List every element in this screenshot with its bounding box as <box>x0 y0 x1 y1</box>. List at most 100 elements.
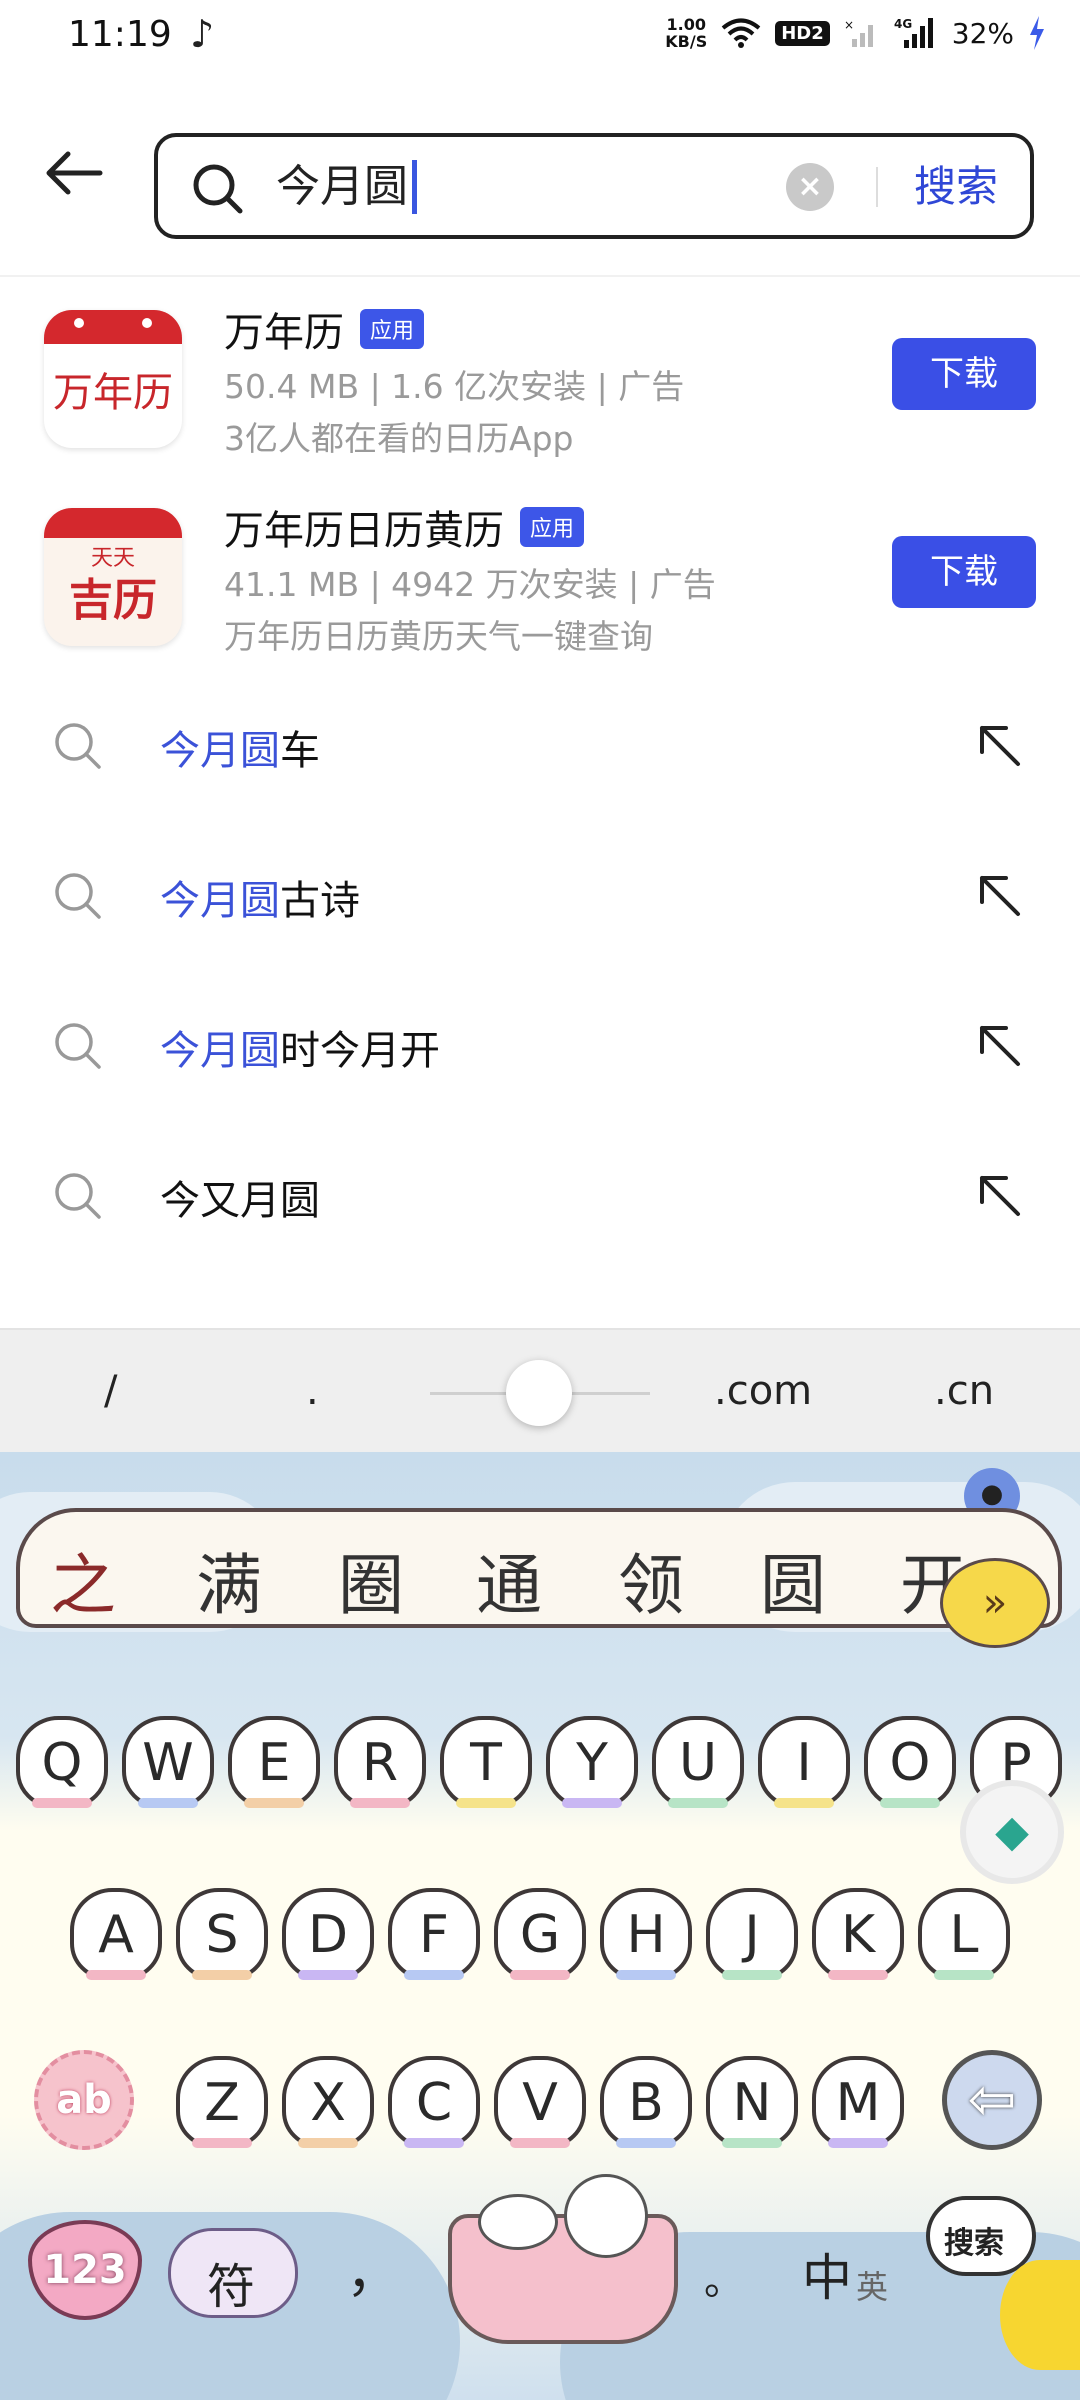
quick-key-com[interactable]: .com <box>714 1368 812 1414</box>
suggestion-item[interactable]: 今月圆古诗 <box>0 820 1080 970</box>
candidate-2[interactable]: 满 <box>196 1532 262 1628</box>
text-caret <box>412 160 417 214</box>
download-button[interactable]: 下载 <box>892 536 1036 608</box>
app-icon-wannianli: 万年历 <box>44 310 182 448</box>
suggestion-item[interactable]: 今又月圆 <box>0 1120 1080 1270</box>
period-key[interactable]: 。 <box>704 2248 744 2306</box>
fill-query-arrow-icon[interactable] <box>974 1170 1024 1220</box>
lang-sub-label: 英 <box>856 2268 889 2306</box>
key-y[interactable]: Y <box>546 1716 638 1808</box>
status-icons: 1.00 KB/S HD2 × 4G 32% <box>665 16 1046 50</box>
quick-key-cn[interactable]: .cn <box>934 1368 994 1414</box>
back-arrow-icon <box>46 151 103 195</box>
suggestion-text: 今月圆车 <box>160 718 320 776</box>
search-button[interactable]: 搜索 <box>914 159 998 215</box>
svg-text:×: × <box>844 18 854 32</box>
candidate-1[interactable]: 之 <box>50 1532 116 1628</box>
key-u[interactable]: U <box>652 1716 744 1808</box>
key-m[interactable]: M <box>812 2056 904 2148</box>
candidate-bar: 之 满 圈 通 领 圆 开 <box>16 1508 1062 1628</box>
search-box[interactable]: 今月圆 × 搜索 <box>154 133 1034 239</box>
search-icon <box>55 1173 101 1219</box>
symbol-label: 符 <box>207 2259 256 2315</box>
key-r[interactable]: R <box>334 1716 426 1808</box>
fill-query-arrow-icon[interactable] <box>974 1020 1024 1070</box>
fill-query-arrow-icon[interactable] <box>974 870 1024 920</box>
key-s[interactable]: S <box>176 1888 268 1980</box>
key-d[interactable]: D <box>282 1888 374 1980</box>
key-k[interactable]: K <box>812 1888 904 1980</box>
key-l[interactable]: L <box>918 1888 1010 1980</box>
key-t[interactable]: T <box>440 1716 532 1808</box>
floating-widget-icon[interactable]: ◆ <box>960 1780 1064 1884</box>
key-n[interactable]: N <box>706 2056 798 2148</box>
candidate-5[interactable]: 领 <box>618 1532 684 1628</box>
key-v[interactable]: V <box>494 2056 586 2148</box>
key-f[interactable]: F <box>388 1888 480 1980</box>
space-key[interactable] <box>448 2174 678 2344</box>
signal-4g-icon: 4G <box>894 17 933 48</box>
suggestion-highlight: 今月圆 <box>160 1028 280 1074</box>
app-name: 万年历日历黄历 <box>224 508 504 554</box>
network-type: 4G <box>894 17 912 31</box>
shift-button[interactable]: ab <box>34 2050 134 2150</box>
backspace-icon[interactable]: ⇦ <box>942 2050 1042 2150</box>
key-h[interactable]: H <box>600 1888 692 1980</box>
suggestion-item[interactable]: 今月圆时今月开 <box>0 970 1080 1120</box>
comma-key[interactable]: ， <box>346 2228 400 2307</box>
suggestion-text: 今又月圆 <box>160 1168 320 1226</box>
key-o[interactable]: O <box>864 1716 956 1808</box>
quick-key-slash[interactable]: / <box>104 1368 117 1414</box>
app-result[interactable]: 天天 吉历 万年历日历黄历 应用 41.1 MB | 4942 万次安装 | 广告… <box>0 498 1080 688</box>
mascot-decoration <box>478 2194 558 2250</box>
suggestion-rest: 时今月开 <box>280 1028 440 1074</box>
hd-badge: HD2 <box>775 20 830 46</box>
keyboard-search-button[interactable]: 搜索 <box>926 2196 1036 2276</box>
key-c[interactable]: C <box>388 2056 480 2148</box>
duck-decoration <box>1000 2260 1080 2370</box>
mascot-decoration <box>564 2174 648 2258</box>
symbol-button[interactable]: 符 <box>168 2228 298 2318</box>
quick-key-dot[interactable]: . <box>306 1368 319 1414</box>
net-speed: 1.00 KB/S <box>665 16 707 50</box>
keyboard-quickbar: / . .com .cn <box>0 1328 1080 1452</box>
cursor-slider-knob[interactable] <box>506 1360 572 1426</box>
fill-query-arrow-icon[interactable] <box>974 720 1024 770</box>
status-time: 11:19 <box>68 14 172 55</box>
app-icon-jili: 天天 吉历 <box>44 508 182 646</box>
key-x[interactable]: X <box>282 2056 374 2148</box>
lang-main-label: 中 <box>802 2249 852 2307</box>
app-title: 万年历日历黄历 应用 <box>224 498 585 556</box>
back-button[interactable] <box>44 150 124 220</box>
key-j[interactable]: J <box>706 1888 798 1980</box>
app-tag: 应用 <box>360 309 425 349</box>
app-meta: 50.4 MB | 1.6 亿次安装 | 广告 <box>224 367 685 406</box>
candidate-3[interactable]: 圈 <box>338 1532 404 1628</box>
language-switch-button[interactable]: 中 英 <box>790 2228 910 2318</box>
key-a[interactable]: A <box>70 1888 162 1980</box>
app-result[interactable]: 万年历 万年历 应用 50.4 MB | 1.6 亿次安装 | 广告 3亿人都在看… <box>0 300 1080 490</box>
expand-candidates-button[interactable]: » <box>940 1558 1050 1648</box>
key-z[interactable]: Z <box>176 2056 268 2148</box>
search-icon <box>55 723 101 769</box>
calendar-ring <box>142 318 152 328</box>
calendar-header <box>44 508 182 538</box>
search-icon <box>55 1023 101 1069</box>
candidate-4[interactable]: 通 <box>476 1532 542 1628</box>
key-q[interactable]: Q <box>16 1716 108 1808</box>
music-note-icon: ♪ <box>190 12 215 56</box>
candidate-6[interactable]: 圆 <box>760 1532 826 1628</box>
app-tag: 应用 <box>520 507 585 547</box>
download-button[interactable]: 下载 <box>892 338 1036 410</box>
key-b[interactable]: B <box>600 2056 692 2148</box>
key-i[interactable]: I <box>758 1716 850 1808</box>
suggestion-text: 今月圆时今月开 <box>160 1018 440 1076</box>
search-input[interactable]: 今月圆 <box>276 159 417 215</box>
key-g[interactable]: G <box>494 1888 586 1980</box>
key-w[interactable]: W <box>122 1716 214 1808</box>
clear-icon[interactable]: × <box>786 163 834 211</box>
app-name: 万年历 <box>224 310 344 356</box>
suggestion-item[interactable]: 今月圆车 <box>0 670 1080 820</box>
key-e[interactable]: E <box>228 1716 320 1808</box>
keyboard-search-label: 搜索 <box>944 2226 1004 2261</box>
